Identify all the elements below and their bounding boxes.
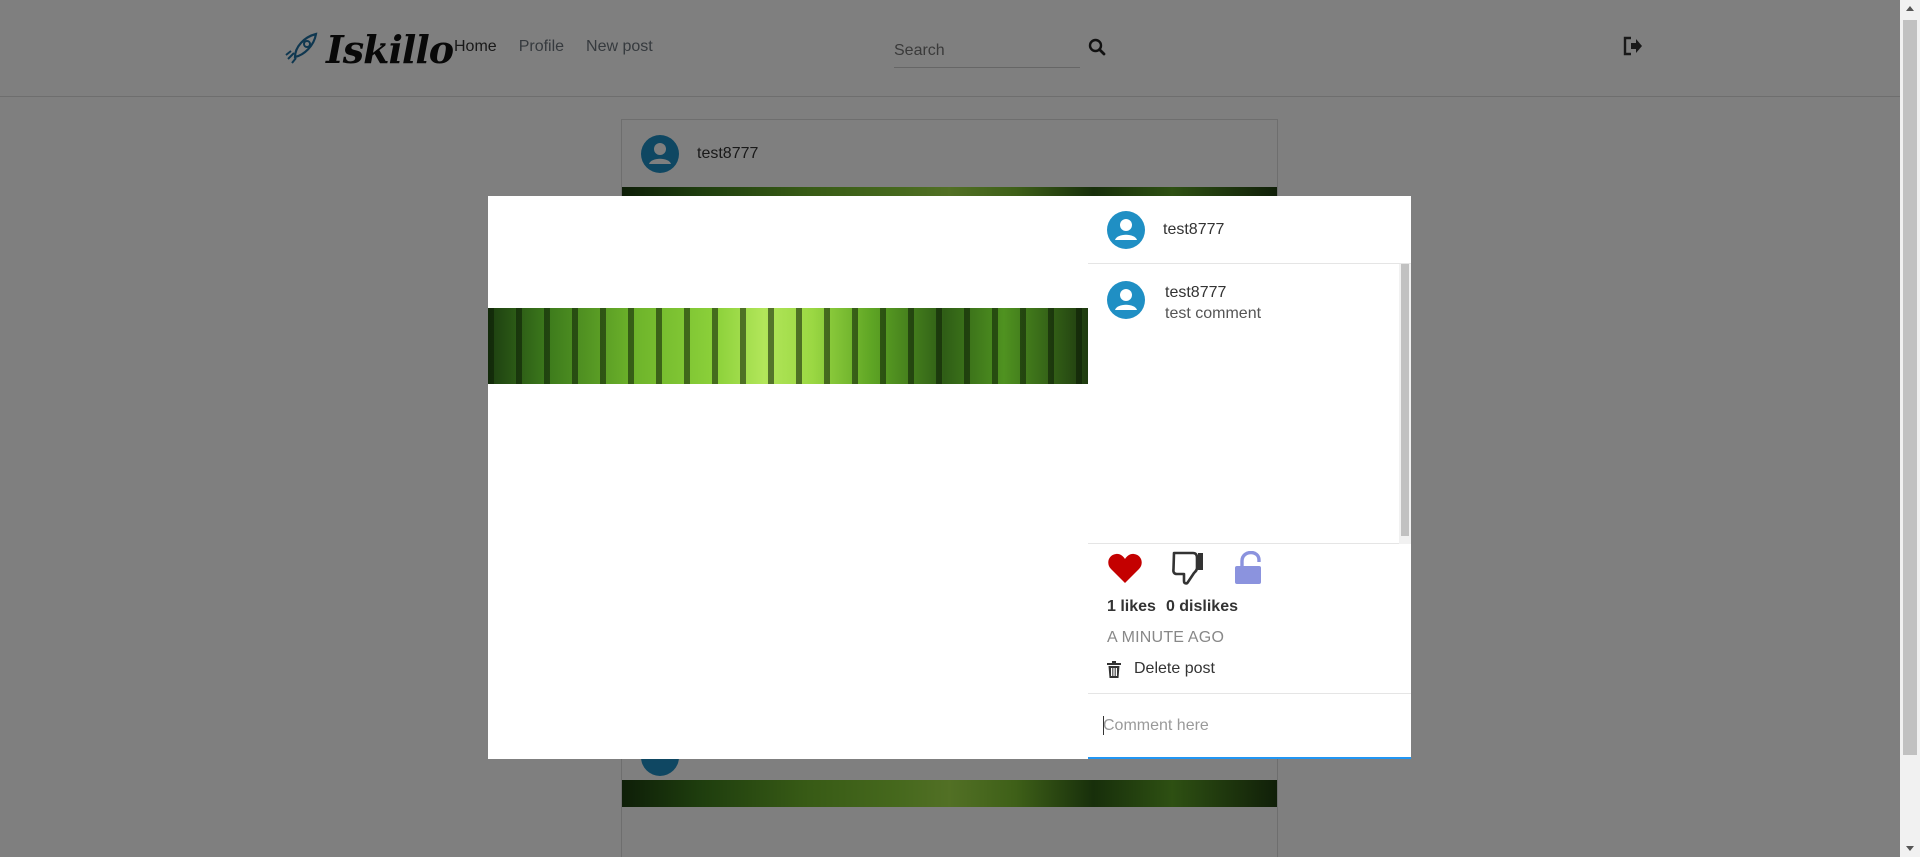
post-detail-modal: test8777 test8777 test comment 1 likes 0… (488, 196, 1411, 759)
comment-input[interactable] (1103, 714, 1393, 738)
post-actions (1107, 550, 1263, 586)
delete-post-label: Delete post (1134, 660, 1215, 677)
post-author-name[interactable]: test8777 (1163, 221, 1224, 239)
comments-list: test8777 test comment (1088, 264, 1411, 544)
comment-author[interactable]: test8777 (1165, 283, 1261, 303)
post-image-panel (488, 196, 1088, 759)
comment-item: test8777 test comment (1107, 281, 1261, 325)
post-author-header: test8777 (1088, 196, 1411, 264)
avatar[interactable] (1107, 281, 1145, 319)
delete-post-button[interactable]: Delete post (1107, 660, 1215, 678)
scrollbar-thumb[interactable] (1401, 264, 1409, 536)
thumbs-down-icon[interactable] (1171, 550, 1205, 586)
post-timestamp: A MINUTE AGO (1107, 629, 1225, 646)
heart-icon[interactable] (1107, 552, 1143, 584)
reaction-counts: 1 likes 0 dislikes (1107, 598, 1238, 616)
scrollbar-thumb[interactable] (1903, 20, 1917, 755)
unlock-icon[interactable] (1233, 551, 1263, 585)
post-info-panel: test8777 test8777 test comment 1 likes 0… (1088, 196, 1411, 759)
comments-scrollbar[interactable] (1399, 264, 1411, 544)
likes-count: 1 likes (1107, 598, 1156, 615)
comment-text: test comment (1165, 305, 1262, 322)
text-caret (1103, 716, 1104, 735)
comment-form (1088, 693, 1411, 759)
post-image (488, 308, 1088, 384)
dislikes-count: 0 dislikes (1165, 598, 1238, 615)
avatar[interactable] (1107, 210, 1145, 249)
scroll-up-icon[interactable] (1906, 6, 1914, 11)
page-scrollbar[interactable] (1900, 0, 1920, 857)
trash-icon (1107, 660, 1121, 678)
scroll-down-icon[interactable] (1906, 846, 1914, 851)
